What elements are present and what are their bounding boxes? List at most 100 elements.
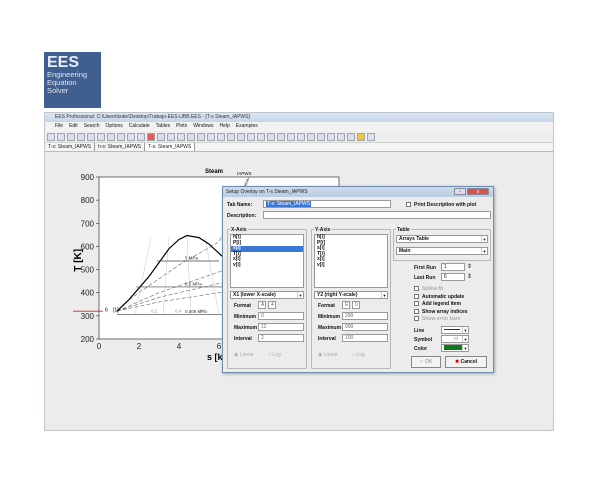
minimize-icon[interactable]: - — [454, 188, 466, 195]
y-variable-list[interactable]: h[i] P[i] s[i] T[i] x[i] v[i] — [314, 234, 388, 288]
table-sub-dropdown[interactable]: Main ▼ — [396, 247, 488, 255]
checkbox-icon — [414, 286, 419, 292]
x-log-radio[interactable]: ○ Log — [268, 352, 281, 358]
option-checkbox[interactable]: Show array indices — [414, 309, 494, 317]
last-run-input[interactable]: 6 — [441, 273, 465, 281]
menu-edit[interactable]: Edit — [69, 122, 78, 131]
menu-file[interactable]: File — [55, 122, 63, 131]
y-min-input[interactable]: 200 — [342, 312, 388, 320]
table-icon[interactable] — [167, 133, 175, 141]
window13-icon[interactable] — [327, 133, 335, 141]
option-label: Automatic update — [422, 293, 465, 300]
y-interval-input[interactable]: 100 — [342, 334, 388, 342]
y-scale-dropdown[interactable]: Y2 (right Y-scale) ▼ — [314, 291, 388, 299]
window1-icon[interactable] — [207, 133, 215, 141]
y-max-label: Maximum — [318, 325, 342, 331]
check-icon[interactable] — [147, 133, 155, 141]
y-axis-title: Y-Axis — [314, 227, 332, 233]
x-linear-radio[interactable]: ◉ Linear — [234, 352, 254, 358]
option-checkbox[interactable]: Spline fit — [414, 286, 494, 294]
paste-icon[interactable] — [107, 133, 115, 141]
last-run-spinner-icon[interactable]: ⇕ — [467, 273, 472, 280]
y-log-radio[interactable]: ○ Log — [352, 352, 365, 358]
symbol-dropdown[interactable]: □ ▼ — [441, 335, 469, 343]
menu-windows[interactable]: Windows — [193, 122, 213, 131]
menu-options[interactable]: Options — [106, 122, 123, 131]
tab-plot-window[interactable]: T-s: Steam_IAPWS — [145, 143, 196, 151]
x-scale-dropdown[interactable]: X1 (lower X-scale) ▼ — [230, 291, 304, 299]
window7-icon[interactable] — [267, 133, 275, 141]
equations-icon[interactable] — [117, 133, 125, 141]
x-interval-input[interactable]: 2 — [258, 334, 304, 342]
option-checkbox[interactable]: Automatic update — [414, 294, 494, 302]
calculator-icon[interactable] — [157, 133, 165, 141]
tab-plot-window[interactable]: T-s: Steam_IAPWS — [45, 143, 96, 151]
x-variable-item[interactable]: v[i] — [231, 262, 303, 269]
x-variable-list[interactable]: h[i] P[i] s[i] T[i] x[i] v[i] — [230, 234, 304, 288]
window5-icon[interactable] — [247, 133, 255, 141]
report-icon[interactable] — [367, 133, 375, 141]
option-checkbox[interactable]: Add legend item — [414, 301, 494, 309]
table-dropdown[interactable]: Arrays Table ▼ — [396, 235, 488, 243]
x-format-type[interactable]: A — [258, 301, 266, 309]
find-icon[interactable] — [77, 133, 85, 141]
window10-icon[interactable] — [297, 133, 305, 141]
window4-icon[interactable] — [237, 133, 245, 141]
close-icon[interactable]: x — [467, 188, 489, 195]
tab-name-input[interactable]: T-s: Steam_IAPWS — [263, 200, 391, 208]
window9-icon[interactable] — [287, 133, 295, 141]
window14-icon[interactable] — [337, 133, 345, 141]
y-max-input[interactable]: 900 — [342, 323, 388, 331]
window8-icon[interactable] — [277, 133, 285, 141]
menu-search[interactable]: Search — [84, 122, 100, 131]
y-format-label: Format — [318, 303, 335, 309]
window2-icon[interactable] — [217, 133, 225, 141]
cut-icon[interactable] — [87, 133, 95, 141]
diagram-icon[interactable] — [197, 133, 205, 141]
lookup-icon[interactable] — [187, 133, 195, 141]
menu-help[interactable]: Help — [220, 122, 230, 131]
help-icon[interactable] — [357, 133, 365, 141]
description-input[interactable] — [263, 211, 491, 219]
window3-icon[interactable] — [227, 133, 235, 141]
tab-name-value: T-s: Steam_IAPWS — [266, 201, 312, 207]
plot-icon[interactable] — [177, 133, 185, 141]
x-max-input[interactable]: 12 — [258, 323, 304, 331]
color-dropdown[interactable]: ▼ — [441, 344, 469, 352]
first-run-spinner-icon[interactable]: ⇕ — [467, 263, 472, 270]
open-icon[interactable] — [47, 133, 55, 141]
menu-calculate[interactable]: Calculate — [129, 122, 150, 131]
save-icon[interactable] — [57, 133, 65, 141]
cancel-button[interactable]: ✖ Cancel — [445, 356, 487, 368]
y-linear-radio[interactable]: ◉ Linear — [318, 352, 338, 358]
chevron-down-icon: ▼ — [381, 292, 387, 298]
window6-icon[interactable] — [257, 133, 265, 141]
print-icon[interactable] — [67, 133, 75, 141]
line-dropdown[interactable]: ▼ — [441, 326, 469, 334]
window15-icon[interactable] — [347, 133, 355, 141]
option-label: Add legend item — [422, 301, 461, 307]
print-description-checkbox[interactable]: Print Description with plot — [406, 202, 476, 208]
x-min-input[interactable]: 0 — [258, 312, 304, 320]
y-format-type[interactable]: E — [342, 301, 350, 309]
option-checkbox[interactable]: Show error bars — [414, 316, 494, 324]
ok-button[interactable]: ✓ OK — [411, 356, 441, 368]
menu-examples[interactable]: Examples — [236, 122, 258, 131]
formatted-icon[interactable] — [127, 133, 135, 141]
tab-plot-window[interactable]: h-s: Steam_IAPWS — [95, 143, 146, 151]
menu-tables[interactable]: Tables — [156, 122, 170, 131]
window11-icon[interactable] — [307, 133, 315, 141]
y-format-digits[interactable]: 0 — [352, 301, 360, 309]
option-label: Show array indices — [422, 308, 468, 315]
y-variable-item[interactable]: v[i] — [315, 262, 387, 269]
solution-icon[interactable] — [137, 133, 145, 141]
quality-label: 0,6 — [199, 308, 206, 313]
x-format-digits[interactable]: 4 — [268, 301, 276, 309]
y-tick-label: 900 — [81, 173, 95, 182]
first-run-input[interactable]: 1 — [441, 263, 465, 271]
menu-plots[interactable]: Plots — [176, 122, 187, 131]
window12-icon[interactable] — [317, 133, 325, 141]
copy-icon[interactable] — [97, 133, 105, 141]
x-interval-label: Interval — [234, 336, 252, 342]
x-format-label: Format — [234, 303, 251, 309]
